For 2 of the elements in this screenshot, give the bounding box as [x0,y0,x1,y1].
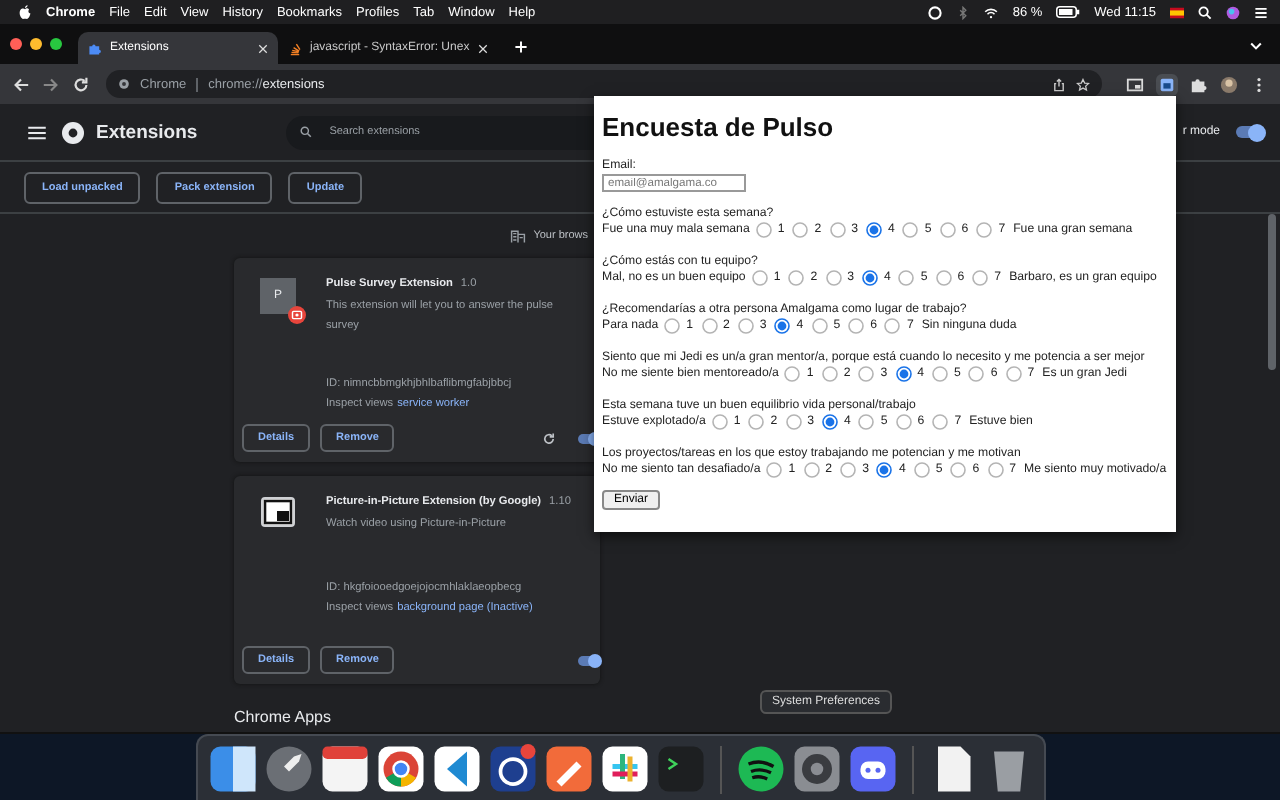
section-heading: Chrome Apps [234,708,333,726]
page-title: Extensions [96,121,198,143]
